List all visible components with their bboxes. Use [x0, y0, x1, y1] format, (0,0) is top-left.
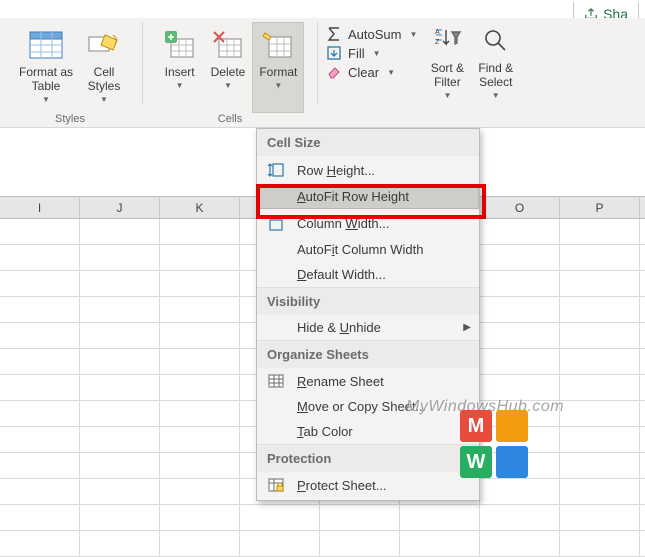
menu-item-label: Row Height... [297, 163, 471, 178]
delete-button[interactable]: Delete ▼ [204, 22, 253, 113]
menu-item-default-width[interactable]: Default Width... [257, 262, 479, 287]
format-dropdown-menu: Cell Size Row Height... AutoFit Row Heig… [256, 128, 480, 501]
autosum-label: AutoSum [348, 27, 401, 42]
find-select-label: Find & Select [478, 61, 513, 89]
menu-item-rename-sheet[interactable]: Rename Sheet [257, 368, 479, 394]
sort-filter-icon: AZ [432, 26, 462, 56]
chevron-down-icon: ▼ [443, 91, 451, 100]
styles-group-label: Styles [4, 113, 136, 125]
format-as-table-label: Format as Table [19, 65, 73, 93]
fill-button[interactable]: Fill ▼ [326, 45, 417, 61]
protect-sheet-icon [265, 477, 287, 493]
chevron-down-icon: ▼ [274, 81, 282, 90]
column-header[interactable]: I [0, 197, 80, 218]
menu-item-autofit-column-width[interactable]: AutoFit Column Width [257, 237, 479, 262]
sort-filter-button[interactable]: AZ Sort & Filter ▼ [423, 18, 471, 112]
menu-item-label: Tab Color [297, 424, 453, 439]
menu-item-label: Move or Copy Sheet... [297, 399, 471, 414]
chevron-down-icon: ▼ [176, 81, 184, 90]
search-icon [482, 27, 510, 55]
format-label: Format [259, 65, 297, 79]
cell-styles-button[interactable]: Cell Styles ▼ [80, 22, 128, 113]
cell-styles-label: Cell Styles [88, 65, 121, 93]
menu-item-label: AutoFit Column Width [297, 242, 471, 257]
column-header[interactable]: J [80, 197, 160, 218]
menu-item-tab-color[interactable]: Tab Color ▶ [257, 419, 479, 444]
menu-item-label: AutoFit Row Height [297, 189, 471, 204]
column-width-icon [265, 214, 287, 232]
editing-group-left: AutoSum ▼ Fill ▼ Clear ▼ [320, 18, 423, 127]
clear-button[interactable]: Clear ▼ [326, 64, 417, 80]
chevron-down-icon: ▼ [224, 81, 232, 90]
menu-item-label: Column Width... [297, 216, 471, 231]
chevron-down-icon: ▼ [100, 95, 108, 104]
find-select-button[interactable]: Find & Select ▼ [471, 18, 520, 112]
menu-header-organize: Organize Sheets [257, 340, 479, 368]
menu-item-label: Rename Sheet [297, 374, 471, 389]
menu-item-label: Default Width... [297, 267, 471, 282]
table-icon [29, 31, 63, 59]
menu-header-protection: Protection [257, 444, 479, 472]
column-header[interactable]: O [480, 197, 560, 218]
menu-item-label: Hide & Unhide [297, 320, 453, 335]
chevron-down-icon: ▼ [42, 95, 50, 104]
cell-styles-icon [87, 31, 121, 59]
format-cells-icon [263, 31, 293, 59]
submenu-arrow-icon: ▶ [463, 426, 471, 437]
separator [317, 22, 318, 104]
chevron-down-icon: ▼ [373, 49, 381, 58]
separator [142, 22, 143, 104]
sigma-icon [326, 26, 342, 42]
clear-label: Clear [348, 65, 379, 80]
format-button[interactable]: Format ▼ [252, 22, 304, 113]
svg-text:A: A [435, 29, 440, 36]
menu-item-column-width[interactable]: Column Width... [257, 209, 479, 237]
submenu-arrow-icon: ▶ [463, 322, 471, 333]
menu-header-visibility: Visibility [257, 287, 479, 315]
column-header[interactable]: P [560, 197, 640, 218]
delete-label: Delete [211, 65, 246, 79]
fill-down-icon [326, 45, 342, 61]
chevron-down-icon: ▼ [492, 91, 500, 100]
ribbon: Format as Table ▼ Cell Styles ▼ Styles I… [0, 18, 645, 128]
svg-text:Z: Z [435, 39, 440, 46]
insert-cells-icon [165, 31, 195, 59]
insert-label: Insert [165, 65, 195, 79]
cells-group-label: Cells [149, 113, 311, 125]
rename-sheet-icon [265, 373, 287, 389]
insert-button[interactable]: Insert ▼ [156, 22, 204, 113]
column-header[interactable]: K [160, 197, 240, 218]
menu-item-label: Protect Sheet... [297, 478, 471, 493]
menu-item-autofit-row-height[interactable]: AutoFit Row Height [257, 184, 479, 209]
menu-item-protect-sheet[interactable]: Protect Sheet... [257, 472, 479, 498]
menu-item-move-copy-sheet[interactable]: Move or Copy Sheet... [257, 394, 479, 419]
format-as-table-button[interactable]: Format as Table ▼ [12, 22, 80, 113]
row-height-icon [265, 161, 287, 179]
menu-item-row-height[interactable]: Row Height... [257, 156, 479, 184]
autosum-button[interactable]: AutoSum ▼ [326, 26, 417, 42]
fill-label: Fill [348, 46, 365, 61]
chevron-down-icon: ▼ [387, 68, 395, 77]
chevron-down-icon: ▼ [409, 30, 417, 39]
sort-filter-label: Sort & Filter [431, 61, 464, 89]
eraser-icon [326, 64, 342, 80]
menu-header-cell-size: Cell Size [257, 129, 479, 156]
delete-cells-icon [213, 31, 243, 59]
menu-item-hide-unhide[interactable]: Hide & Unhide ▶ [257, 315, 479, 340]
